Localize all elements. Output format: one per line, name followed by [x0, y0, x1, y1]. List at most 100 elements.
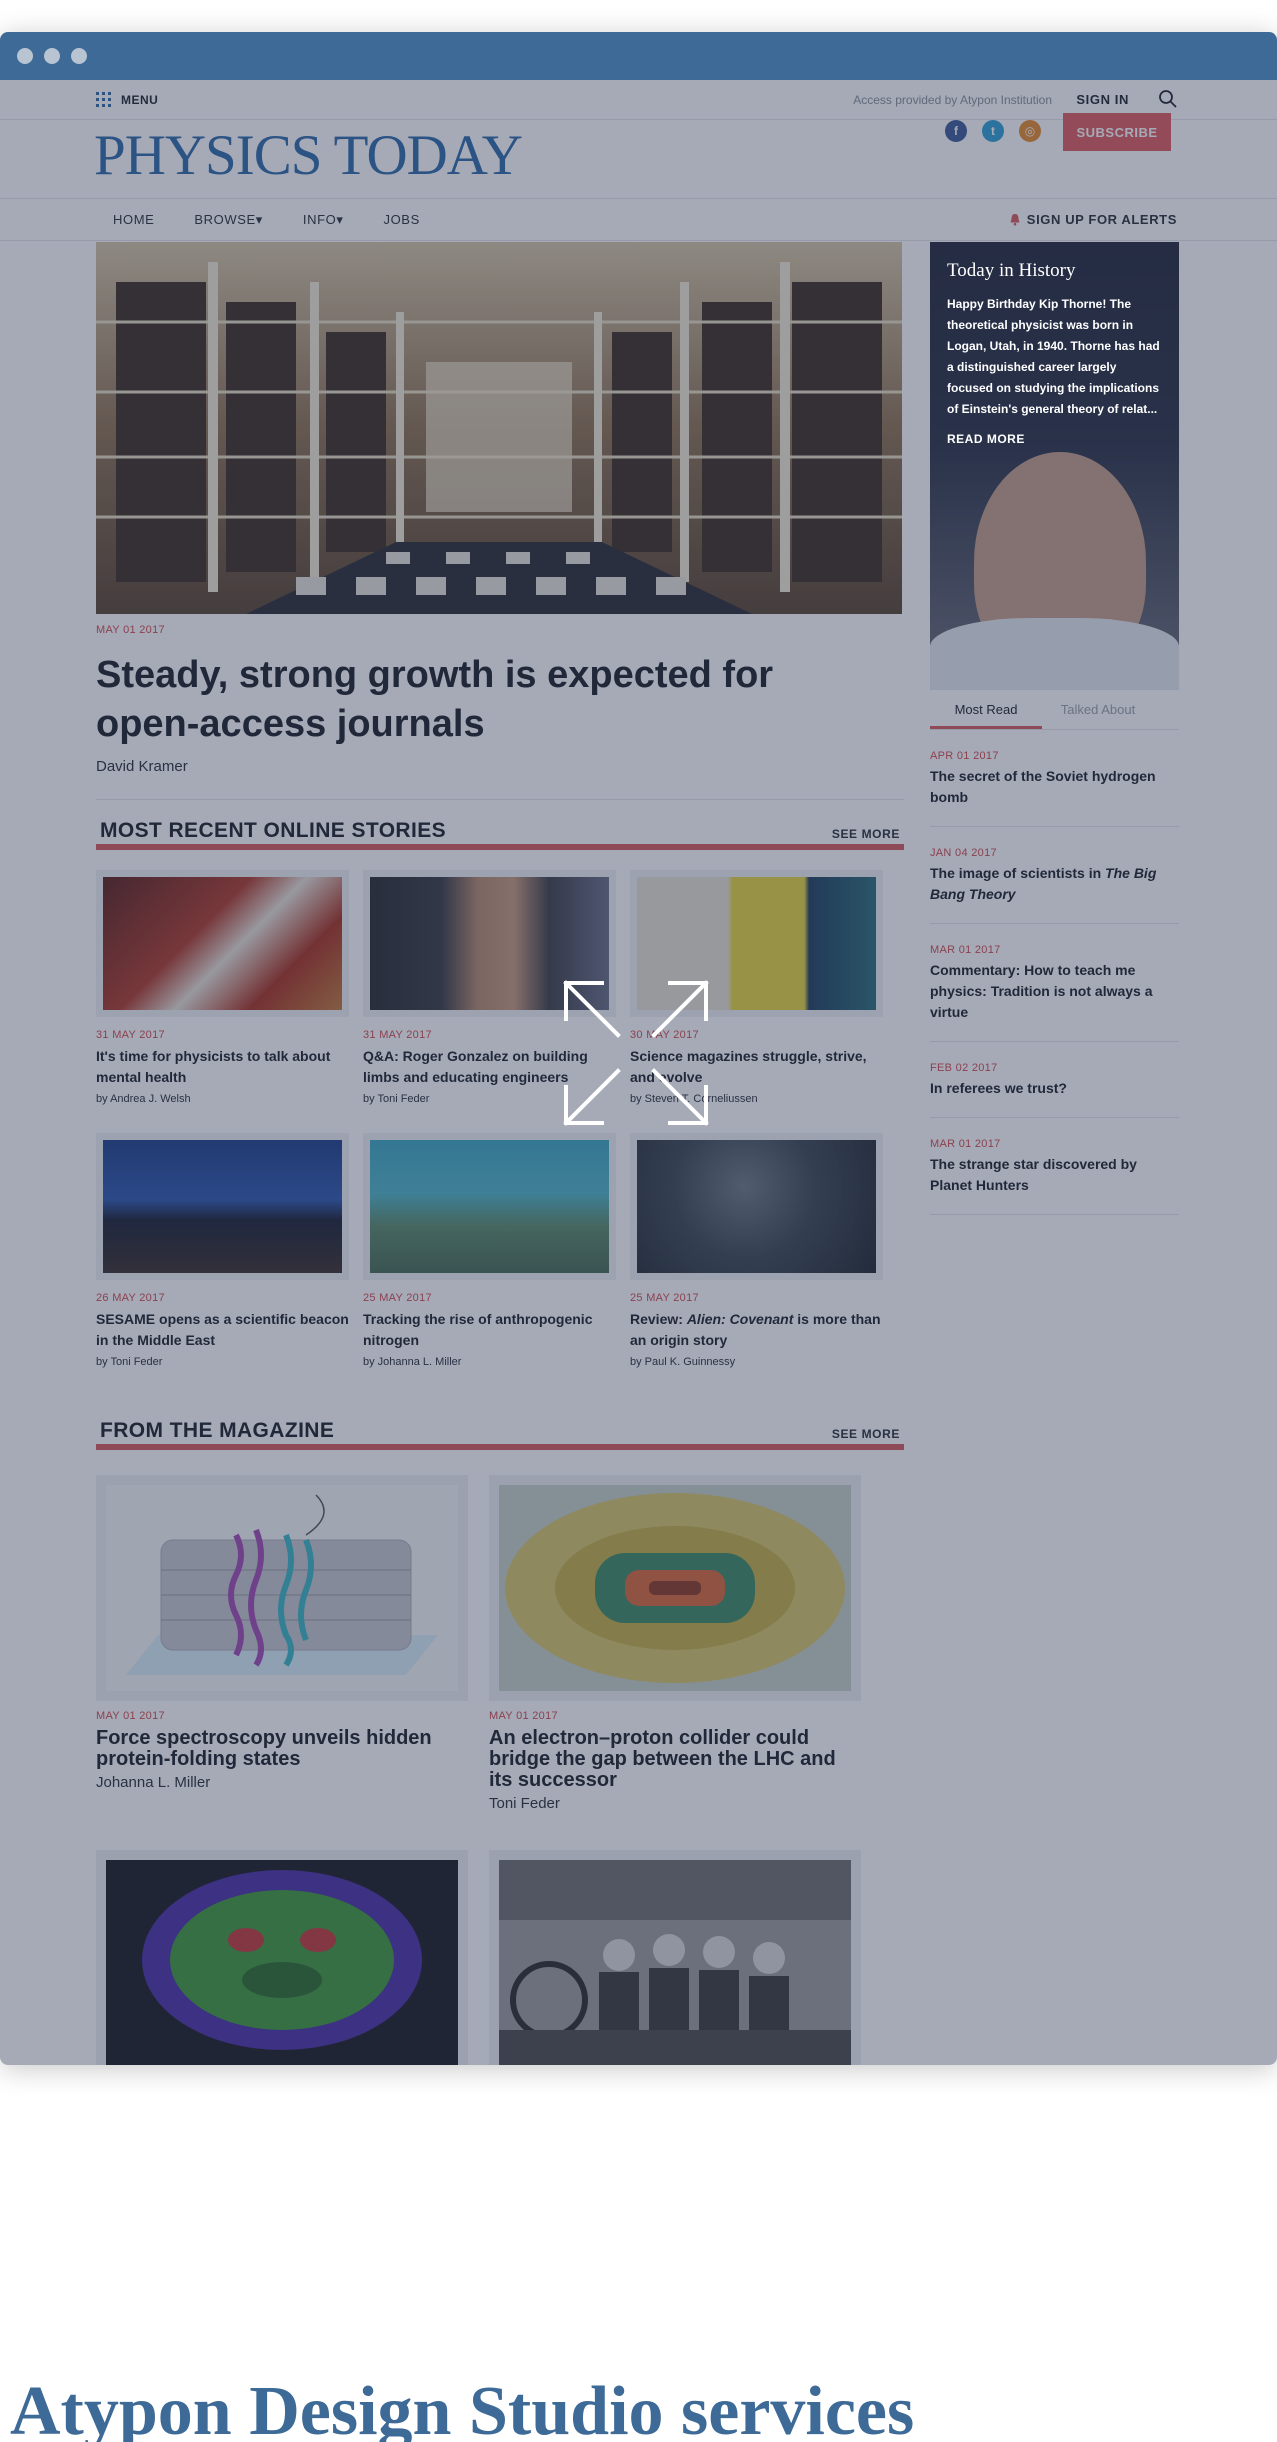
- feature-title[interactable]: Steady, strong growth is expected for op…: [96, 651, 856, 749]
- history-title: Today in History: [947, 260, 1076, 281]
- grid-menu-icon: [96, 92, 111, 107]
- portrait-shirt: [930, 618, 1179, 690]
- tab-talked-about[interactable]: Talked About: [1042, 690, 1154, 729]
- story-date: 26 MAY 2017: [96, 1292, 165, 1304]
- library-illustration: [96, 242, 902, 614]
- menu-button[interactable]: MENU: [96, 92, 158, 107]
- story-author[interactable]: by Paul K. Guinnessy: [630, 1356, 883, 1368]
- most-read-title[interactable]: The secret of the Soviet hydrogen bomb: [930, 766, 1179, 808]
- alerts-label: SIGN UP FOR ALERTS: [1026, 212, 1177, 227]
- masthead: PHYSICS TODAY f t ◎ SUBSCRIBE: [0, 113, 1277, 199]
- most-read-date: APR 01 2017: [930, 750, 999, 762]
- story-thumbnail[interactable]: [96, 1133, 349, 1280]
- hero-image[interactable]: [96, 242, 902, 614]
- window-minimize-dot[interactable]: [44, 48, 60, 64]
- story-title[interactable]: It's time for physicists to talk about m…: [96, 1046, 349, 1088]
- menu-label: MENU: [121, 92, 159, 107]
- story-date: 25 MAY 2017: [630, 1292, 699, 1304]
- story-author[interactable]: by Toni Feder: [96, 1356, 349, 1368]
- review-film-title: Alien: Covenant: [686, 1311, 794, 1327]
- most-read-title-prefix: The image of scientists in: [930, 865, 1106, 881]
- today-in-history-card[interactable]: Today in History Happy Birthday Kip Thor…: [930, 242, 1179, 690]
- social-links: f t ◎: [945, 120, 1041, 142]
- twitter-icon[interactable]: t: [982, 120, 1004, 142]
- sign-in-link[interactable]: SIGN IN: [1076, 92, 1129, 107]
- magazine-date: MAY 01 2017: [489, 1710, 558, 1722]
- magazine-author[interactable]: Toni Feder: [489, 1795, 861, 1812]
- expand-icon[interactable]: [556, 973, 716, 1133]
- alerts-link[interactable]: SIGN UP FOR ALERTS: [1009, 212, 1177, 227]
- feature-date: MAY 01 2017: [96, 624, 165, 636]
- most-read-title[interactable]: The strange star discovered by Planet Hu…: [930, 1154, 1179, 1196]
- nav-home[interactable]: HOME: [113, 212, 154, 227]
- recent-cards-row-2: 26 MAY 2017 SESAME opens as a scientific…: [96, 1133, 904, 1368]
- most-read-item[interactable]: FEB 02 2017 In referees we trust?: [930, 1042, 1179, 1118]
- collider-illustration: [499, 1485, 851, 1691]
- nav-info[interactable]: INFO▾: [303, 212, 344, 228]
- window-close-dot[interactable]: [17, 48, 33, 64]
- magazine-card[interactable]: [96, 1850, 468, 2065]
- magazine-date: MAY 01 2017: [96, 1710, 165, 1722]
- magazine-thumbnail[interactable]: [489, 1475, 861, 1701]
- story-date: 31 MAY 2017: [96, 1029, 165, 1041]
- story-title[interactable]: SESAME opens as a scientific beacon in t…: [96, 1309, 349, 1351]
- story-title[interactable]: Review: Alien: Covenant is more than an …: [630, 1309, 883, 1351]
- magazine-card[interactable]: [489, 1850, 861, 2065]
- most-read-date: MAR 01 2017: [930, 1138, 1001, 1150]
- magazine-card[interactable]: MAY 01 2017 Force spectroscopy unveils h…: [96, 1475, 468, 1812]
- recent-section-header: MOST RECENT ONLINE STORIES SEE MORE: [96, 810, 904, 850]
- nav-jobs[interactable]: JOBS: [384, 212, 420, 227]
- rss-icon[interactable]: ◎: [1019, 120, 1041, 142]
- divider: [96, 799, 904, 800]
- historic-lab-photo: [499, 1860, 851, 2065]
- most-read-title[interactable]: In referees we trust?: [930, 1078, 1179, 1099]
- history-text: Happy Birthday Kip Thorne! The theoretic…: [947, 297, 1160, 416]
- magazine-section-header: FROM THE MAGAZINE SEE MORE: [96, 1410, 904, 1450]
- magazine-thumbnail[interactable]: [96, 1850, 468, 2065]
- magazine-thumbnail[interactable]: [489, 1850, 861, 2065]
- most-read-item[interactable]: MAR 01 2017 Commentary: How to teach me …: [930, 924, 1179, 1042]
- site-logo[interactable]: PHYSICS TODAY: [94, 120, 523, 192]
- magazine-author[interactable]: Johanna L. Miller: [96, 1774, 468, 1791]
- most-read-date: MAR 01 2017: [930, 944, 1001, 956]
- most-read-item[interactable]: MAR 01 2017 The strange star discovered …: [930, 1118, 1179, 1215]
- sidebar-tabs: Most Read Talked About: [930, 690, 1179, 730]
- magazine-title[interactable]: Force spectroscopy unveils hidden protei…: [96, 1728, 468, 1770]
- most-read-title[interactable]: Commentary: How to teach me physics: Tra…: [930, 960, 1179, 1023]
- facebook-icon[interactable]: f: [945, 120, 967, 142]
- window-maximize-dot[interactable]: [71, 48, 87, 64]
- story-author[interactable]: by Andrea J. Welsh: [96, 1093, 349, 1105]
- search-icon[interactable]: [1157, 88, 1179, 110]
- story-card[interactable]: 31 MAY 2017 It's time for physicists to …: [96, 870, 349, 1105]
- story-title[interactable]: Tracking the rise of anthropogenic nitro…: [363, 1309, 616, 1351]
- story-card[interactable]: 25 MAY 2017 Review: Alien: Covenant is m…: [630, 1133, 883, 1368]
- magazine-see-more[interactable]: SEE MORE: [832, 1427, 900, 1441]
- story-author[interactable]: by Johanna L. Miller: [363, 1356, 616, 1368]
- recent-see-more[interactable]: SEE MORE: [832, 827, 900, 841]
- read-more-link[interactable]: READ MORE: [947, 432, 1162, 446]
- story-card[interactable]: 25 MAY 2017 Tracking the rise of anthrop…: [363, 1133, 616, 1368]
- magazine-thumbnail[interactable]: [96, 1475, 468, 1701]
- story-card[interactable]: 26 MAY 2017 SESAME opens as a scientific…: [96, 1133, 349, 1368]
- most-read-title[interactable]: The image of scientists in The Big Bang …: [930, 863, 1179, 905]
- story-thumbnail[interactable]: [96, 870, 349, 1017]
- sidebar: Today in History Happy Birthday Kip Thor…: [930, 242, 1179, 1215]
- most-read-item[interactable]: JAN 04 2017 The image of scientists in T…: [930, 827, 1179, 924]
- subscribe-button[interactable]: SUBSCRIBE: [1063, 113, 1171, 151]
- story-thumbnail[interactable]: [630, 1133, 883, 1280]
- protein-illustration: [106, 1485, 458, 1691]
- review-prefix: Review:: [630, 1311, 687, 1327]
- tab-most-read[interactable]: Most Read: [930, 690, 1042, 729]
- story-date: 25 MAY 2017: [363, 1292, 432, 1304]
- nav-browse[interactable]: BROWSE▾: [194, 212, 263, 228]
- story-thumbnail[interactable]: [363, 1133, 616, 1280]
- most-read-item[interactable]: APR 01 2017 The secret of the Soviet hyd…: [930, 730, 1179, 827]
- most-read-date: FEB 02 2017: [930, 1062, 998, 1074]
- feature-author[interactable]: David Kramer: [96, 758, 904, 775]
- bell-icon: [1010, 214, 1020, 226]
- recent-heading: MOST RECENT ONLINE STORIES: [100, 819, 447, 842]
- access-text: Access provided by Atypon Institution: [853, 93, 1052, 107]
- magazine-card[interactable]: MAY 01 2017 An electron–proton collider …: [489, 1475, 861, 1812]
- magazine-title[interactable]: An electron–proton collider could bridge…: [489, 1728, 861, 1791]
- recent-cards-row-1: 31 MAY 2017 It's time for physicists to …: [96, 870, 904, 1105]
